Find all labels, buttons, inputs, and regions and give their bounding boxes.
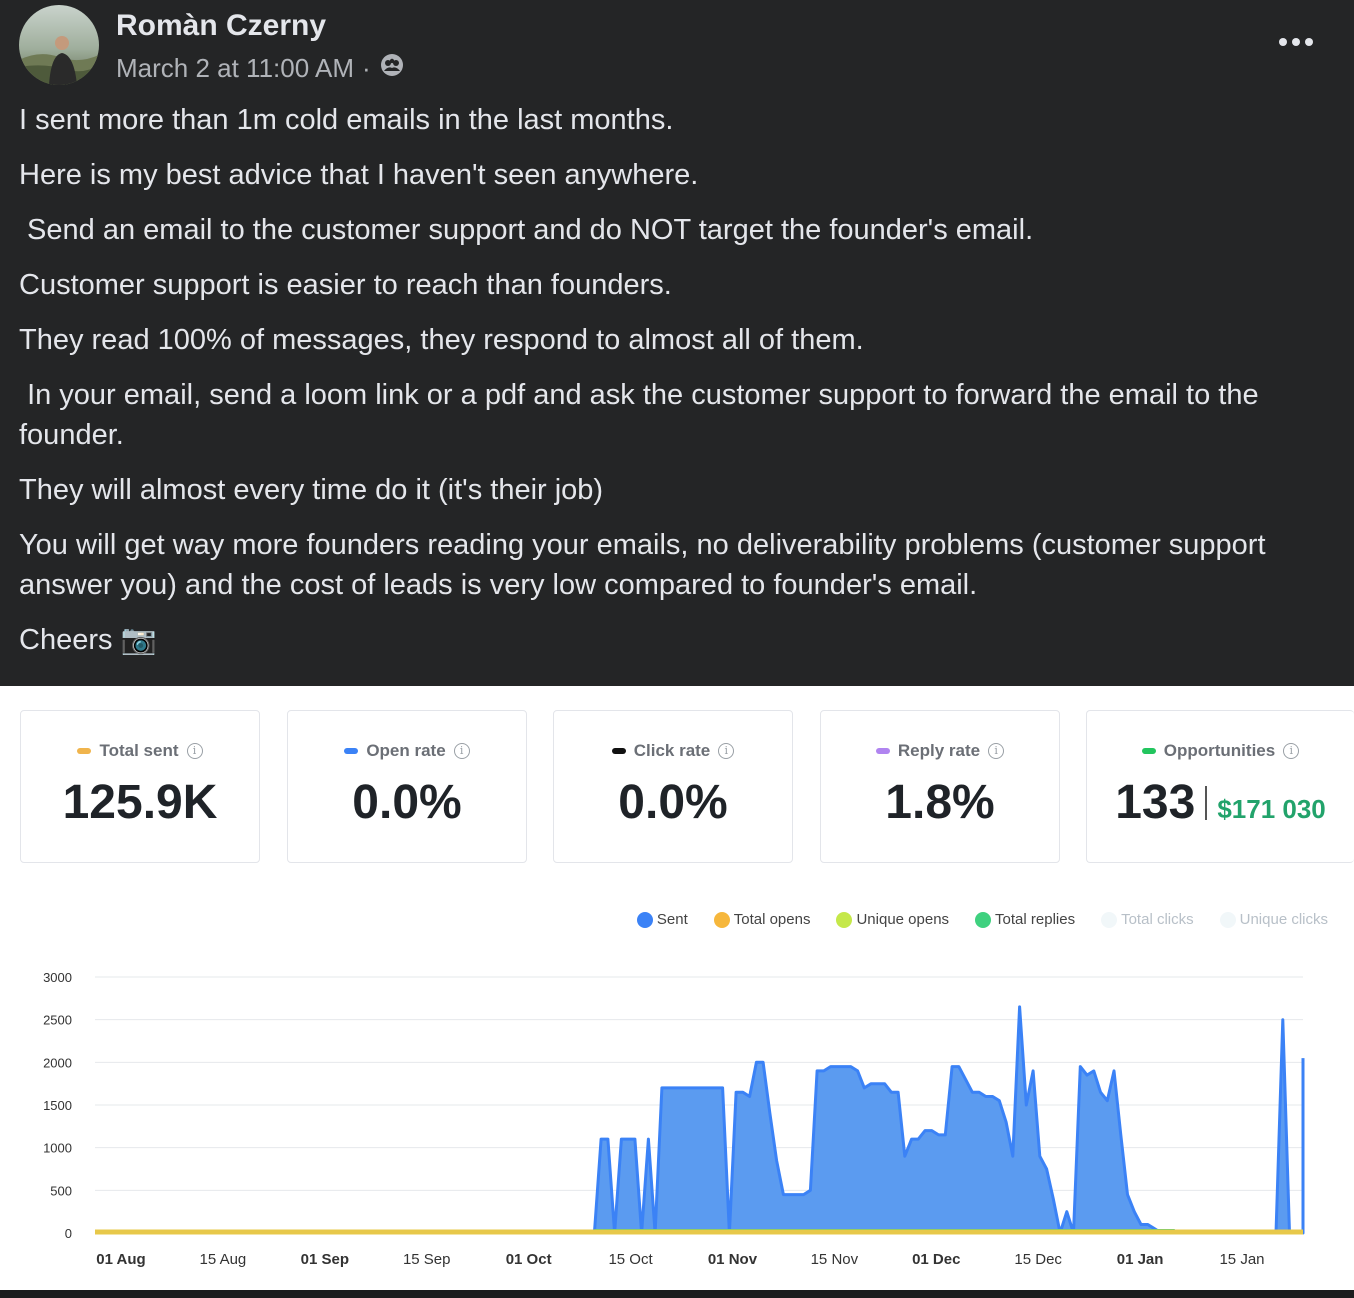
y-tick-label: 2000	[43, 1055, 72, 1070]
opportunities-amount: $171 030	[1217, 794, 1326, 824]
legend-item-sent[interactable]: Sent	[636, 911, 688, 928]
open-rate-card: Open rate i 0.0%	[287, 710, 527, 863]
info-icon[interactable]: i	[453, 743, 470, 759]
facebook-post: Romàn Czerny March 2 at 11:00 AM · I sen…	[0, 0, 1354, 686]
post-paragraph: Here is my best advice that I haven't se…	[19, 159, 699, 191]
opportunities-label: Opportunities	[1163, 741, 1276, 760]
post-paragraph: Send an email to the customer support an…	[19, 214, 1034, 246]
legend-marker	[1219, 911, 1236, 928]
bottom-border	[0, 1290, 1354, 1298]
opportunities-card: Opportunities i 133 $171 030	[1086, 710, 1354, 863]
legend-label: Total replies	[995, 911, 1076, 928]
legend-marker	[1101, 911, 1118, 928]
info-icon[interactable]: i	[718, 743, 735, 759]
legend-item-total-clicks[interactable]: Total clicks	[1101, 911, 1194, 928]
post-body: I sent more than 1m cold emails in the l…	[19, 100, 1329, 675]
click-rate-card: Click rate i 0.0%	[553, 710, 793, 863]
x-tick-label: 15 Oct	[608, 1251, 653, 1268]
post-timestamp[interactable]: March 2 at 11:00 AM	[116, 53, 354, 84]
post-paragraph: They will almost every time do it (it's …	[19, 474, 604, 506]
total-sent-card: Total sent i 125.9K	[20, 710, 260, 863]
legend-item-unique-clicks[interactable]: Unique clicks	[1219, 911, 1328, 928]
total-sent-marker	[77, 748, 92, 754]
post-paragraph: You will get way more founders reading y…	[19, 529, 1266, 601]
legend-label: Sent	[656, 911, 688, 928]
divider	[1205, 785, 1208, 820]
x-tick-label: 15 Dec	[1014, 1251, 1062, 1268]
legend-marker	[836, 911, 853, 928]
post-paragraph: They read 100% of messages, they respond…	[19, 324, 864, 356]
x-tick-label: 01 Dec	[912, 1251, 960, 1268]
x-tick-label: 01 Sep	[301, 1251, 349, 1268]
opportunities-marker	[1141, 748, 1156, 754]
open-rate-value: 0.0%	[352, 776, 462, 829]
reply-rate-card: Reply rate i 1.8%	[820, 710, 1060, 863]
opportunities-count: 133	[1115, 776, 1196, 829]
post-paragraph: Cheers 📷	[19, 624, 157, 656]
author-avatar[interactable]	[19, 5, 99, 85]
total-sent-label: Total sent	[99, 741, 179, 760]
x-tick-label: 15 Jan	[1219, 1251, 1264, 1268]
x-tick-label: 01 Aug	[96, 1251, 145, 1268]
info-icon[interactable]: i	[988, 743, 1005, 759]
author-name[interactable]: Romàn Czerny	[116, 9, 326, 43]
info-icon[interactable]: i	[186, 743, 203, 759]
legend-marker	[713, 911, 730, 928]
meta-separator: ·	[361, 53, 371, 83]
post-paragraph: I sent more than 1m cold emails in the l…	[19, 104, 674, 136]
legend-item-total-opens[interactable]: Total opens	[713, 911, 811, 928]
x-tick-label: 01 Jan	[1117, 1251, 1164, 1268]
more-options-icon[interactable]	[1274, 30, 1318, 54]
group-audience-icon[interactable]	[379, 52, 405, 85]
legend-marker	[975, 911, 992, 928]
y-tick-label: 3000	[43, 970, 72, 985]
click-rate-label: Click rate	[633, 741, 711, 760]
y-tick-label: 2500	[43, 1013, 72, 1028]
x-tick-label: 15 Aug	[200, 1251, 247, 1268]
info-icon[interactable]: i	[1283, 743, 1300, 759]
click-rate-value: 0.0%	[618, 776, 728, 829]
legend-marker	[636, 911, 653, 928]
x-tick-label: 01 Nov	[708, 1251, 758, 1268]
y-tick-label: 0	[65, 1226, 72, 1241]
post-paragraph: Customer support is easier to reach than…	[19, 269, 672, 301]
reply-rate-marker	[875, 748, 890, 754]
post-paragraph: In your email, send a loom link or a pdf…	[19, 379, 1267, 451]
sent-area-chart: 0 500 1000 1500 2000 2500 3000 01 Aug 15 Aug 01 S…	[43, 970, 1305, 1268]
x-tick-label: 15 Nov	[811, 1251, 859, 1268]
open-rate-label: Open rate	[366, 741, 446, 760]
y-tick-label: 1000	[43, 1141, 72, 1156]
open-rate-marker	[344, 748, 359, 754]
sent-area	[95, 1006, 1303, 1233]
x-tick-label: 15 Sep	[403, 1251, 451, 1268]
click-rate-marker	[611, 748, 626, 754]
legend-label: Unique opens	[856, 911, 950, 928]
legend-item-unique-opens[interactable]: Unique opens	[836, 911, 949, 928]
post-meta: March 2 at 11:00 AM ·	[116, 52, 405, 85]
legend-item-total-replies[interactable]: Total replies	[975, 911, 1075, 928]
total-sent-value: 125.9K	[62, 776, 218, 829]
campaign-analytics-image: Total sent i 125.9K Open rate i 0.0% Cli…	[0, 686, 1354, 1290]
y-tick-label: 500	[50, 1183, 72, 1198]
legend-label: Total opens	[733, 911, 811, 928]
legend-label: Total clicks	[1121, 911, 1194, 928]
y-tick-label: 1500	[43, 1098, 72, 1113]
reply-rate-value: 1.8%	[885, 776, 995, 829]
chart-legend: Sent Total opens Unique opens Total repl…	[636, 911, 1328, 928]
reply-rate-label: Reply rate	[897, 741, 981, 760]
x-tick-label: 01 Oct	[506, 1251, 552, 1268]
legend-label: Unique clicks	[1239, 911, 1328, 928]
